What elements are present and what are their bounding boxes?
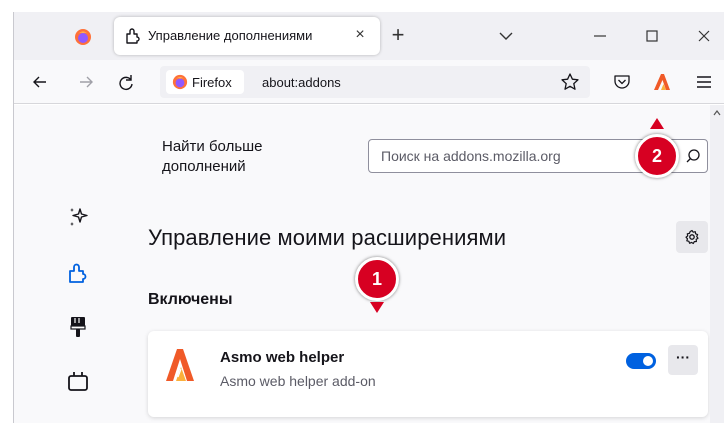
- plugins-icon[interactable]: [66, 369, 90, 393]
- back-icon[interactable]: [30, 72, 50, 92]
- callout-arrow-1: [370, 302, 384, 313]
- search-placeholder: Поиск на addons.mozilla.org: [381, 148, 561, 164]
- tab-addons-manager[interactable]: Управление дополнениями ×: [114, 17, 380, 55]
- callout-arrow-2: [650, 118, 664, 129]
- page-title: Управление моими расширениями: [148, 225, 507, 250]
- enabled-section-title: Включены: [148, 291, 233, 308]
- addon-description: Asmo web helper add-on: [220, 373, 376, 389]
- tab-strip: Управление дополнениями × +: [14, 12, 724, 60]
- firefox-view-icon[interactable]: [74, 28, 92, 46]
- find-more-label: Найти больше дополнений: [162, 138, 263, 175]
- identity-box[interactable]: Firefox: [166, 70, 244, 94]
- recommendations-sparkle-icon[interactable]: [66, 205, 90, 229]
- minimize-icon[interactable]: [590, 26, 610, 46]
- chevron-down-icon[interactable]: [496, 26, 516, 46]
- search-icon[interactable]: [685, 148, 701, 164]
- maximize-icon[interactable]: [642, 26, 662, 46]
- tools-button[interactable]: [676, 221, 708, 253]
- callout-marker-2: 2: [635, 134, 679, 178]
- gear-icon: [685, 229, 699, 245]
- asmo-extension-icon[interactable]: [652, 72, 672, 92]
- browser-window: Управление дополнениями × + Firefox abou…: [0, 0, 724, 423]
- scroll-up-arrow-icon[interactable]: [713, 109, 721, 117]
- callout-marker-1: 1: [355, 257, 399, 301]
- tab-title: Управление дополнениями: [148, 28, 313, 43]
- asmo-logo-icon: [166, 349, 194, 381]
- new-tab-button[interactable]: +: [386, 24, 410, 48]
- identity-label: Firefox: [192, 75, 232, 90]
- reload-icon[interactable]: [116, 72, 136, 92]
- firefox-icon: [172, 74, 188, 90]
- pocket-icon[interactable]: [612, 72, 632, 92]
- bookmark-star-icon[interactable]: [560, 72, 580, 92]
- url-bar[interactable]: Firefox about:addons: [160, 66, 590, 98]
- puzzle-icon: [126, 28, 140, 44]
- forward-icon[interactable]: [76, 72, 96, 92]
- scrollbar[interactable]: [710, 105, 724, 423]
- menu-icon[interactable]: [694, 72, 714, 92]
- addon-enable-toggle[interactable]: [626, 353, 656, 369]
- addon-name[interactable]: Asmo web helper: [220, 349, 344, 366]
- extensions-puzzle-icon[interactable]: [66, 261, 90, 285]
- tab-close-icon[interactable]: ×: [350, 25, 370, 45]
- navigation-bar: Firefox about:addons: [14, 60, 724, 104]
- toggle-knob: [643, 356, 653, 366]
- window-top-padding: [0, 0, 724, 12]
- themes-brush-icon[interactable]: [66, 315, 90, 339]
- addon-card[interactable]: Asmo web helper Asmo web helper add-on ·…: [148, 331, 708, 417]
- url-text[interactable]: about:addons: [262, 75, 341, 90]
- addon-more-options-button[interactable]: ···: [668, 345, 698, 375]
- window-close-icon[interactable]: [694, 26, 714, 46]
